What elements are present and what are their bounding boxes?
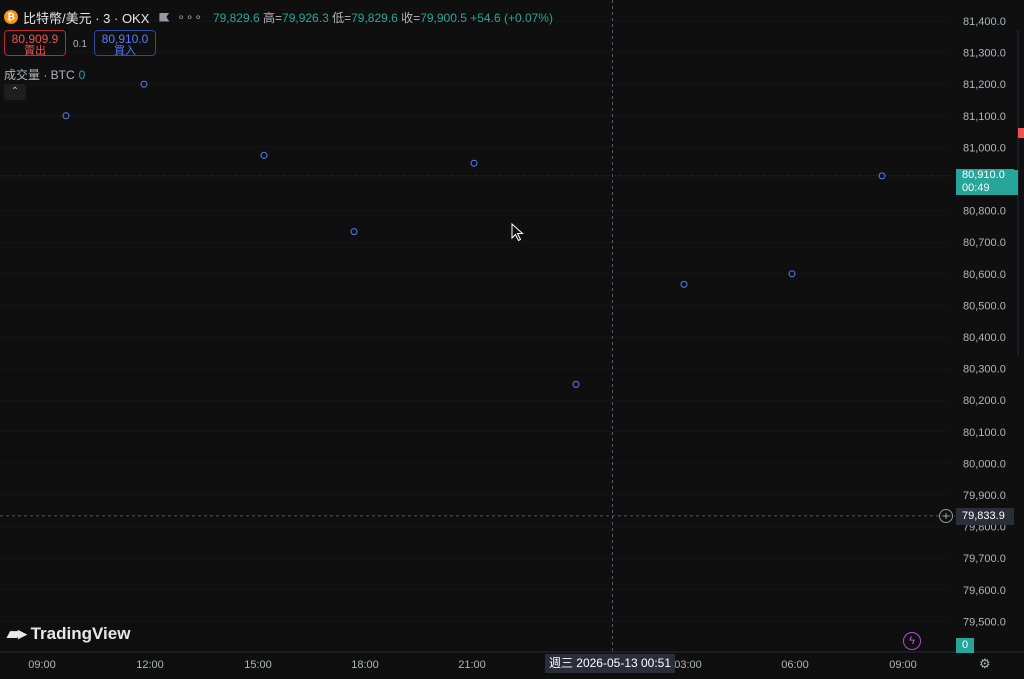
collapse-icon[interactable]: ⌃	[4, 84, 26, 100]
add-alert-icon[interactable]: +	[939, 509, 953, 523]
tradingview-logo[interactable]: ▰▸ TradingView	[7, 624, 130, 644]
sell-button[interactable]: 80,909.9 賣出	[4, 30, 66, 57]
lightning-icon[interactable]: ϟ	[903, 632, 921, 650]
volume-label: 成交量 · BTC	[4, 68, 75, 82]
x-tick-label: 21:00	[458, 659, 486, 671]
y-tick-label: 80,700.0	[963, 237, 1006, 249]
y-tick-label: 80,600.0	[963, 269, 1006, 281]
bitcoin-icon: ₿	[4, 10, 18, 24]
y-tick-label: 81,200.0	[963, 79, 1006, 91]
close-value: 79,900.5	[420, 10, 467, 25]
volume-value: 0	[78, 68, 86, 82]
ask-marker	[1018, 128, 1024, 138]
y-tick-label: 80,000.0	[963, 458, 1006, 470]
mouse-cursor-icon	[511, 222, 524, 242]
tv-mark-icon: ▰▸	[7, 624, 27, 643]
y-tick-label: 80,800.0	[963, 206, 1006, 218]
logo-text: TradingView	[30, 624, 131, 643]
close-label: 收=	[401, 10, 421, 25]
symbol-header[interactable]: ₿ 比特幣/美元 · 3 · OKX ∘∘∘ 79,829.6 高=79,926…	[4, 8, 553, 26]
x-tick-label: 18:00	[351, 659, 379, 671]
y-tick-label: 81,300.0	[963, 48, 1006, 60]
volume-axis-label: 0	[956, 638, 974, 653]
event-marker[interactable]	[350, 228, 358, 236]
x-tick-label: 15:00	[244, 659, 272, 671]
low-label: 低=	[332, 10, 352, 25]
flag-icon[interactable]	[159, 12, 170, 22]
y-tick-label: 80,300.0	[963, 364, 1006, 376]
ohlc-values: 79,829.6 高=79,926.3 低=79,829.6 收=79,900.…	[213, 9, 553, 26]
event-marker[interactable]	[470, 159, 478, 167]
x-tick-label: 09:00	[889, 659, 917, 671]
settings-icon[interactable]: ⚙	[979, 656, 991, 672]
x-tick-label: 12:00	[136, 659, 164, 671]
bid-marker	[1014, 170, 1018, 195]
event-marker[interactable]	[260, 151, 268, 159]
y-tick-label: 79,900.0	[963, 490, 1006, 502]
event-marker[interactable]	[572, 380, 580, 388]
x-tick-label: 09:00	[28, 659, 56, 671]
x-tick-label: 06:00	[781, 659, 809, 671]
price-axis[interactable]: 81,400.0 81,300.0 81,200.0 81,100.0 81,000.0…	[963, 16, 1006, 628]
more-icon[interactable]: ∘∘∘	[177, 10, 203, 24]
crosshair-price-label: 79,833.9	[956, 508, 1014, 525]
volume-legend[interactable]: 成交量 · BTC 0	[4, 66, 85, 83]
x-tick-label: 03:00	[674, 659, 702, 671]
change-value: +54.6 (+0.07%)	[470, 10, 553, 25]
y-tick-label: 79,700.0	[963, 553, 1006, 565]
y-tick-label: 80,400.0	[963, 332, 1006, 344]
symbol-title[interactable]: 比特幣/美元 · 3 · OKX	[23, 8, 149, 27]
y-tick-label: 79,600.0	[963, 585, 1006, 597]
open-value: 79,829.6	[212, 10, 260, 25]
y-tick-label: 81,400.0	[963, 16, 1006, 28]
sell-label: 賣出	[24, 45, 46, 57]
buy-label: 買入	[114, 45, 136, 57]
y-tick-label: 80,200.0	[963, 395, 1006, 407]
grid	[0, 20, 1024, 653]
event-markers	[62, 80, 886, 388]
time-axis[interactable]: 09:00 12:00 15:00 18:00 21:00 03:00 06:00 09:00	[28, 659, 917, 671]
high-label: 高=	[263, 10, 283, 25]
sell-price: 80,909.9	[11, 32, 59, 46]
high-value: 79,926.3	[282, 10, 329, 25]
y-tick-label: 81,100.0	[963, 111, 1006, 123]
event-marker[interactable]	[680, 280, 688, 288]
buy-price: 80,910.0	[101, 32, 149, 46]
last-price: 80,910.0	[962, 169, 1005, 181]
y-tick-label: 80,500.0	[963, 300, 1006, 312]
last-price-label: 80,910.0 00:49	[956, 169, 1014, 195]
bar-countdown: 00:49	[962, 182, 990, 194]
low-value: 79,829.6	[351, 10, 398, 25]
y-tick-label: 81,000.0	[963, 142, 1006, 154]
crosshair-time-label: 週三 2026-05-13 00:51	[545, 654, 675, 673]
buy-button[interactable]: 80,910.0 買入	[94, 30, 156, 57]
y-tick-label: 80,100.0	[963, 427, 1006, 439]
price-chart[interactable]: 81,400.0 81,300.0 81,200.0 81,100.0 81,000.0…	[0, 0, 1024, 679]
crosshair	[0, 0, 955, 652]
y-tick-label: 79,500.0	[963, 616, 1006, 628]
spread-value: 0.1	[73, 39, 87, 50]
